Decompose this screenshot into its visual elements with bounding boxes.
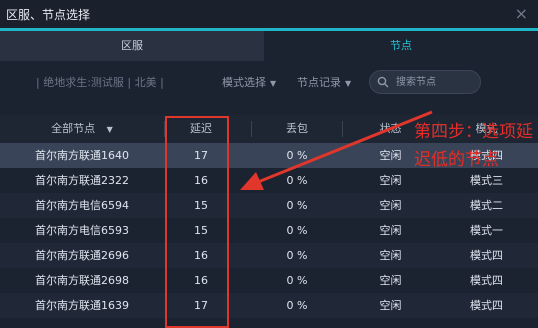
node-name: 首尔南方联通2322 [35,174,129,187]
window-title: 区服、节点选择 [6,8,91,22]
node-name: 首尔南方联通1639 [35,299,129,312]
mode-select-dropdown[interactable]: 模式选择 ▼ [222,74,276,90]
node-mode: 模式四 [470,149,503,162]
node-status: 空闲 [379,249,402,262]
node-mode: 模式四 [470,249,503,262]
node-mode: 模式二 [470,199,503,212]
table-row[interactable]: 首尔南方电信6594 15 0 % 空闲 模式二 [0,193,538,218]
node-latency: 15 [194,224,208,237]
node-loss: 0 % [286,199,308,212]
node-status: 空闲 [379,149,402,162]
tab-bar: 区服 节点 [0,31,538,61]
tab-server[interactable]: 区服 [0,31,264,61]
search-box[interactable] [369,70,481,94]
table-header: 全部节点 ▼ 延迟 丢包 状态 模式 [0,115,538,143]
node-latency: 16 [194,249,208,262]
node-name: 首尔南方联通1640 [35,149,129,162]
table-row[interactable]: 首尔南方联通1639 17 0 % 空闲 模式四 [0,293,538,318]
node-loss: 0 % [286,174,308,187]
header-all-nodes-label: 全部节点 [51,122,96,135]
node-record-label: 节点记录 [297,76,341,89]
node-latency: 17 [194,149,208,162]
filter-bar: | 绝地求生:测试服 | 北美 | 模式选择 ▼ 节点记录 ▼ [0,61,538,111]
node-loss: 0 % [286,299,308,312]
node-latency: 16 [194,174,208,187]
node-name: 首尔南方联通2696 [35,249,129,262]
node-name: 首尔南方电信6594 [35,199,129,212]
node-name: 首尔南方电信6593 [35,224,129,237]
node-record-dropdown[interactable]: 节点记录 ▼ [297,74,351,90]
node-loss: 0 % [286,249,308,262]
chevron-down-icon: ▼ [270,79,277,88]
header-loss[interactable]: 丢包 [252,115,342,143]
node-status: 空闲 [379,299,402,312]
node-loss: 0 % [286,149,308,162]
node-mode: 模式三 [470,174,503,187]
table-row[interactable]: 首尔南方联通2696 16 0 % 空闲 模式四 [0,243,538,268]
node-latency: 15 [194,199,208,212]
node-mode: 模式四 [470,274,503,287]
node-mode: 模式四 [470,299,503,312]
table-row[interactable]: 首尔南方联通2698 16 0 % 空闲 模式四 [0,268,538,293]
table-row[interactable]: 首尔南方电信6593 15 0 % 空闲 模式一 [0,218,538,243]
node-loss: 0 % [286,224,308,237]
node-status: 空闲 [379,224,402,237]
node-mode: 模式一 [470,224,503,237]
header-all-nodes[interactable]: 全部节点 ▼ [0,115,164,143]
node-status: 空闲 [379,274,402,287]
node-status: 空闲 [379,174,402,187]
title-bar: 区服、节点选择 × [0,0,538,28]
close-icon[interactable]: × [515,4,528,23]
header-latency[interactable]: 延迟 [165,115,237,143]
chevron-down-icon: ▼ [345,79,352,88]
search-icon [377,76,389,88]
header-mode[interactable]: 模式 [439,115,534,143]
node-loss: 0 % [286,274,308,287]
table-row[interactable]: 首尔南方联通2322 16 0 % 空闲 模式三 [0,168,538,193]
header-status[interactable]: 状态 [343,115,438,143]
node-latency: 17 [194,299,208,312]
search-input[interactable] [394,73,478,91]
node-latency: 16 [194,274,208,287]
mode-select-label: 模式选择 [222,76,266,89]
node-status: 空闲 [379,199,402,212]
node-name: 首尔南方联通2698 [35,274,129,287]
chevron-down-icon: ▼ [106,125,113,134]
breadcrumb: | 绝地求生:测试服 | 北美 | [36,76,164,89]
tab-node[interactable]: 节点 [264,31,538,61]
table-row[interactable]: 首尔南方联通1640 17 0 % 空闲 模式四 [0,143,538,168]
